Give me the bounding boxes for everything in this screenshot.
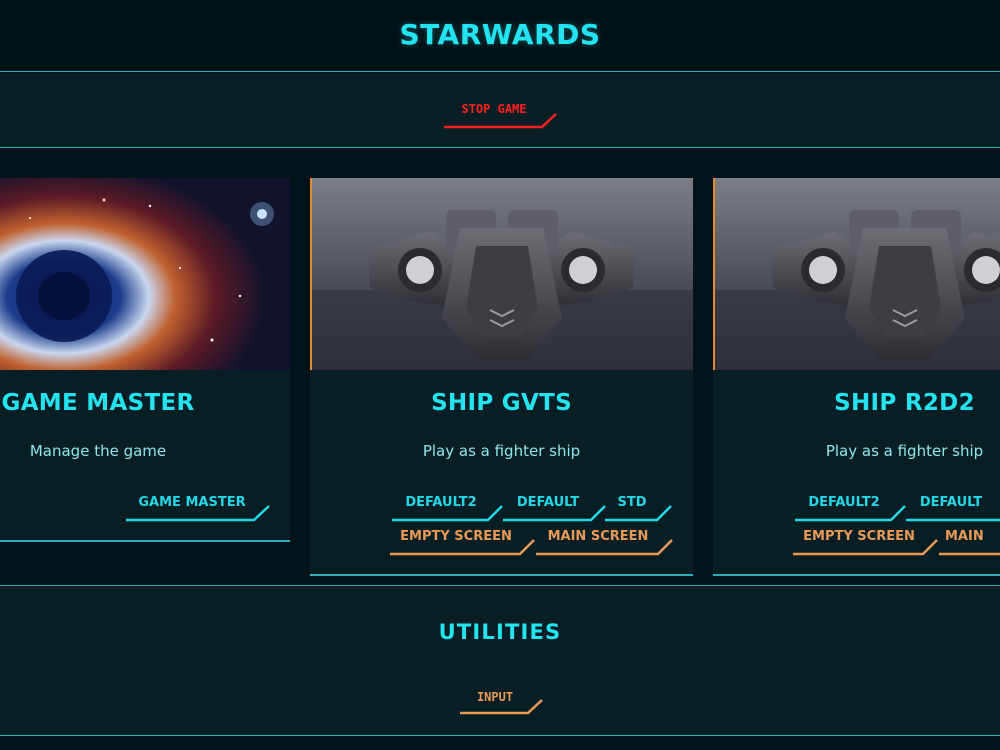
spaceship-image bbox=[713, 178, 1000, 370]
card-description: Manage the game bbox=[29, 442, 167, 460]
slant-underline bbox=[390, 539, 535, 556]
default2-button[interactable]: DEFAULT2 bbox=[392, 495, 504, 523]
slant-underline bbox=[605, 505, 672, 522]
card-accent bbox=[713, 178, 715, 370]
slant-underline bbox=[503, 505, 606, 522]
slant-underline bbox=[536, 539, 673, 556]
card-game-master bbox=[0, 178, 290, 542]
default-button[interactable]: DEFAULT bbox=[503, 495, 607, 523]
slant-underline bbox=[795, 505, 906, 522]
card-bottom-line bbox=[0, 540, 290, 542]
nebula-image bbox=[0, 178, 290, 370]
divider bbox=[0, 735, 1000, 736]
card-title: GAME MASTER bbox=[1, 390, 195, 416]
card-title: SHIP GVTS bbox=[431, 390, 572, 416]
main-screen-button[interactable]: MAIN bbox=[939, 529, 1000, 557]
default2-button[interactable]: DEFAULT2 bbox=[795, 495, 907, 523]
app-title: STARWARDS bbox=[399, 17, 601, 51]
empty-screen-button[interactable]: EMPTY SCREEN bbox=[793, 529, 939, 557]
default-button[interactable]: DEFAULT bbox=[906, 495, 1000, 523]
main-screen-button[interactable]: MAIN SCREEN bbox=[536, 529, 674, 557]
slant-underline bbox=[906, 518, 1000, 522]
input-button[interactable]: INPUT bbox=[460, 690, 544, 716]
title-bar: STARWARDS bbox=[0, 0, 1000, 72]
slant-underline bbox=[126, 505, 270, 522]
app-root: STARWARDS STOP GAME GAME MASTER Manage t… bbox=[0, 0, 1000, 750]
stop-game-button[interactable]: STOP GAME bbox=[444, 102, 558, 130]
slant-underline bbox=[460, 699, 543, 715]
card-title: SHIP R2D2 bbox=[834, 390, 975, 416]
empty-screen-button[interactable]: EMPTY SCREEN bbox=[390, 529, 536, 557]
slant-underline bbox=[444, 113, 557, 129]
card-description: Play as a fighter ship bbox=[422, 442, 581, 460]
slant-underline bbox=[793, 539, 938, 556]
card-accent bbox=[310, 178, 312, 370]
divider bbox=[0, 71, 1000, 72]
card-bottom-line bbox=[713, 574, 1000, 576]
slant-underline bbox=[392, 505, 503, 522]
spaceship-image bbox=[310, 178, 693, 370]
card-description: Play as a fighter ship bbox=[825, 442, 984, 460]
std-button[interactable]: STD bbox=[605, 495, 673, 523]
utilities-title: UTILITIES bbox=[438, 620, 562, 644]
game-master-button[interactable]: GAME MASTER bbox=[126, 495, 272, 523]
slant-underline bbox=[939, 552, 1000, 556]
card-bottom-line bbox=[310, 574, 693, 576]
